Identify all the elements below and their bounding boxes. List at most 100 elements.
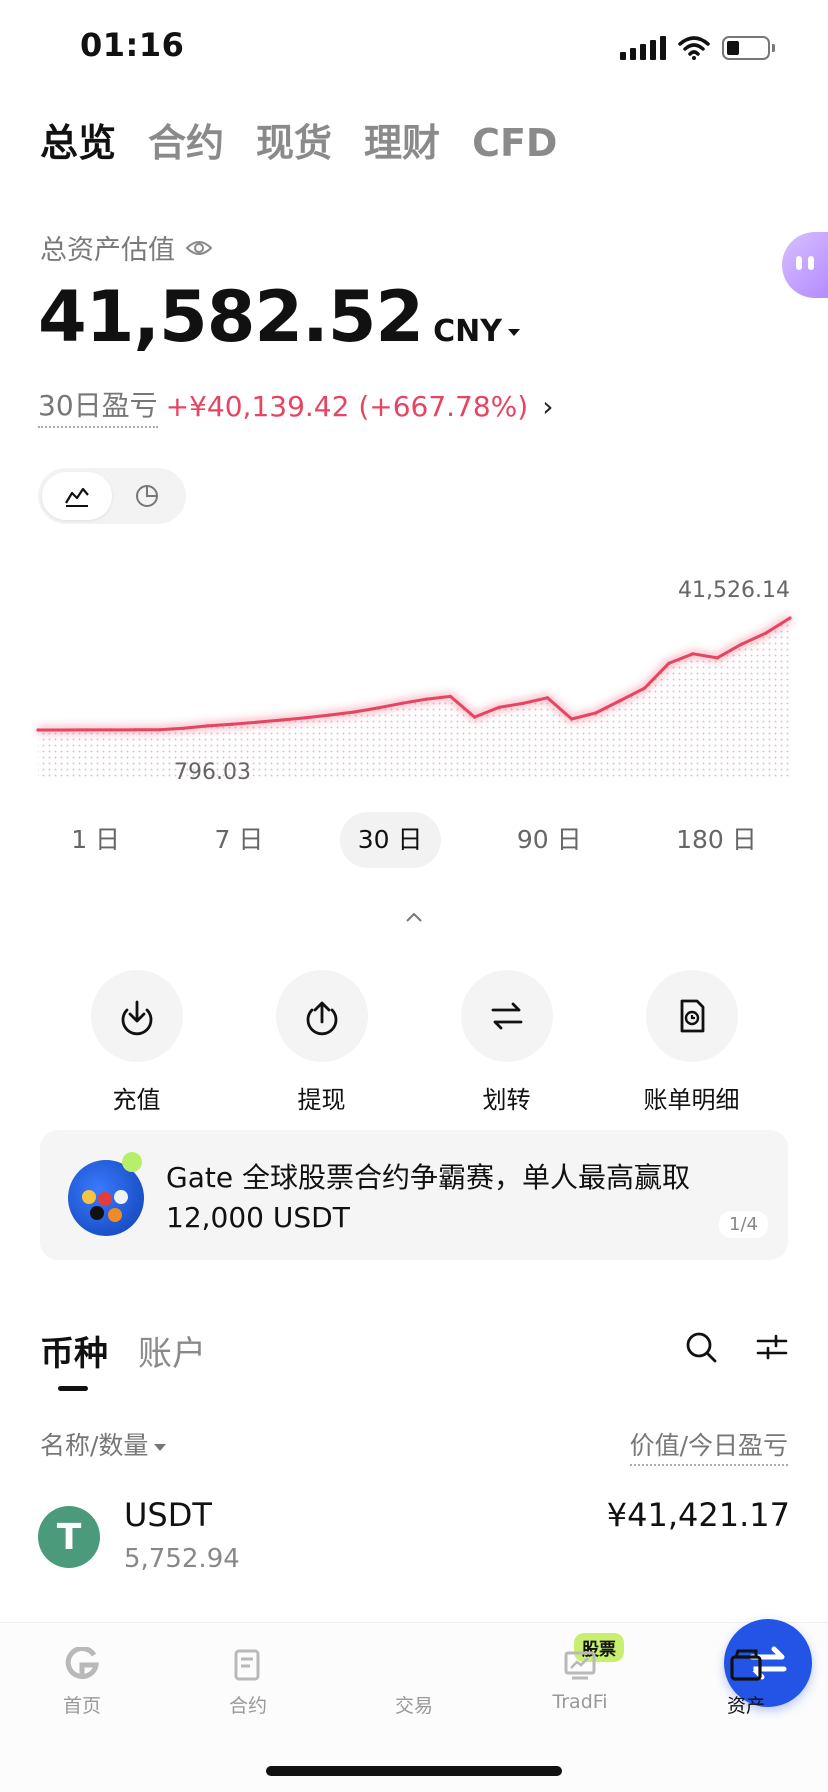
chart-type-toggle — [38, 468, 186, 524]
chart-point — [521, 701, 525, 705]
chevron-right-icon: › — [542, 389, 554, 423]
total-value-number: 41,582.52 — [38, 276, 424, 358]
chart-point — [84, 728, 89, 732]
withdraw-label: 提现 — [297, 1086, 346, 1114]
tab-futures[interactable]: 合约 — [148, 112, 224, 167]
pnl-value: +¥40,139.42 (+667.78%) — [165, 389, 529, 423]
home-logo-icon — [65, 1647, 99, 1680]
chart-point — [473, 715, 477, 719]
eye-icon[interactable] — [185, 238, 213, 258]
nav-assets[interactable]: 资产 — [686, 1647, 806, 1718]
range-90d[interactable]: 90 日 — [499, 812, 600, 868]
filter-sliders-icon[interactable] — [756, 1332, 788, 1362]
chart-point — [181, 726, 186, 730]
chart-point — [764, 631, 768, 635]
chart-point — [278, 718, 283, 722]
tab-overview[interactable]: 总览 — [40, 112, 116, 167]
tradfi-chart-icon — [564, 1651, 596, 1680]
withdraw-button[interactable]: 提现 — [247, 970, 397, 1115]
tab-underline — [58, 1386, 88, 1391]
bill-details-button[interactable]: 账单明细 — [617, 970, 767, 1115]
chart-max-label: 41,526.14 — [678, 578, 790, 603]
chart-point — [60, 728, 64, 732]
caret-down-icon — [508, 329, 520, 336]
tab-earn[interactable]: 理财 — [364, 112, 440, 167]
time-range-selector: 1 日 7 日 30 日 90 日 180 日 — [0, 812, 828, 868]
deposit-button[interactable]: 充值 — [62, 970, 212, 1115]
pnl-row[interactable]: 30日盈亏 +¥40,139.42 (+667.78%) › — [38, 384, 553, 428]
range-30d[interactable]: 30 日 — [339, 812, 441, 868]
top-tabs: 总览 合约 现货 理财 CFD — [40, 112, 557, 167]
total-asset-label: 总资产估值 — [40, 235, 175, 266]
withdraw-icon — [306, 1001, 337, 1036]
chart-point — [133, 728, 137, 732]
promo-text: Gate 全球股票合约争霸赛，单人最高赢取 12,000 USDT — [166, 1161, 690, 1234]
transfer-label: 划转 — [482, 1086, 531, 1114]
battery-icon — [722, 36, 775, 60]
assets-page: 01:16 总览 合约 现货 理财 CFD 总资产估值 41,582.52 CN… — [0, 0, 828, 1792]
chart-point — [303, 716, 307, 720]
line-chart-toggle[interactable] — [42, 472, 112, 520]
tab-cfd[interactable]: CFD — [472, 121, 557, 165]
search-icon[interactable] — [684, 1330, 718, 1364]
tab-coins[interactable]: 币种 — [40, 1326, 108, 1375]
chart-point — [351, 710, 355, 714]
range-180d[interactable]: 180 日 — [658, 812, 775, 868]
asset-line-chart — [36, 614, 793, 780]
range-7d[interactable]: 7 日 — [196, 812, 281, 868]
value-pnl-header[interactable]: 价值/今日盈亏 — [629, 1426, 788, 1466]
asset-value: ¥41,421.17 — [606, 1496, 790, 1534]
tab-spot[interactable]: 现货 — [256, 112, 332, 167]
chart-point — [157, 728, 161, 732]
range-1d[interactable]: 1 日 — [53, 812, 138, 868]
chart-point — [691, 652, 695, 656]
deposit-label: 充值 — [112, 1086, 161, 1114]
chart-point — [788, 616, 792, 620]
caret-down-icon — [154, 1443, 167, 1451]
chart-point — [206, 724, 210, 728]
chevron-up-icon[interactable] — [404, 908, 424, 928]
nav-trade[interactable]: 交易 — [354, 1619, 812, 1718]
chart-point — [424, 697, 428, 701]
wifi-icon — [678, 36, 710, 60]
chart-min-label: 796.03 — [174, 760, 251, 785]
usdt-coin-icon: T — [38, 1506, 100, 1568]
asset-symbol: USDT — [124, 1496, 212, 1534]
line-chart-icon — [65, 487, 89, 507]
chart-point — [327, 713, 331, 717]
chart-point — [594, 711, 598, 715]
wallet-icon — [730, 1649, 762, 1681]
assistant-bubble-button[interactable] — [782, 232, 828, 298]
nav-home[interactable]: 首页 — [22, 1647, 142, 1718]
home-indicator — [266, 1766, 562, 1776]
transfer-icon — [491, 1002, 522, 1030]
quick-actions: 充值 提现 划转 账单明细 — [0, 970, 828, 1115]
sort-by-name-quantity[interactable]: 名称/数量 — [40, 1426, 167, 1462]
nav-futures[interactable]: 合约 — [188, 1647, 308, 1718]
currency-selector[interactable]: CNY — [433, 314, 520, 349]
chart-point — [739, 642, 744, 646]
transfer-button[interactable]: 划转 — [432, 970, 582, 1115]
asset-sub-tabs: 币种 账户 — [40, 1326, 206, 1375]
tab-accounts[interactable]: 账户 — [138, 1326, 206, 1375]
chart-point — [642, 686, 647, 690]
promo-banner[interactable]: Gate 全球股票合约争霸赛，单人最高赢取 12,000 USDT 1/4 — [40, 1130, 788, 1260]
nav-tradfi[interactable]: TradFi — [520, 1647, 640, 1713]
asset-row[interactable]: T USDT 5,752.94 ¥41,421.17 — [38, 1496, 790, 1596]
total-asset-value: 41,582.52 CNY — [38, 276, 520, 358]
pnl-label: 30日盈亏 — [38, 384, 158, 428]
cellular-signal-icon — [620, 36, 666, 60]
promo-new-dot — [122, 1152, 142, 1172]
chart-point — [376, 706, 380, 710]
asset-quantity: 5,752.94 — [124, 1544, 240, 1574]
pie-chart-toggle[interactable] — [112, 472, 182, 520]
list-tools — [684, 1330, 788, 1364]
chart-point — [109, 728, 113, 732]
chart-point — [618, 698, 622, 703]
bill-details-label: 账单明细 — [643, 1086, 740, 1114]
chart-point — [715, 656, 719, 660]
bill-icon — [680, 999, 704, 1033]
status-time: 01:16 — [80, 26, 185, 64]
deposit-icon — [121, 1000, 152, 1036]
chart-point — [570, 717, 574, 721]
